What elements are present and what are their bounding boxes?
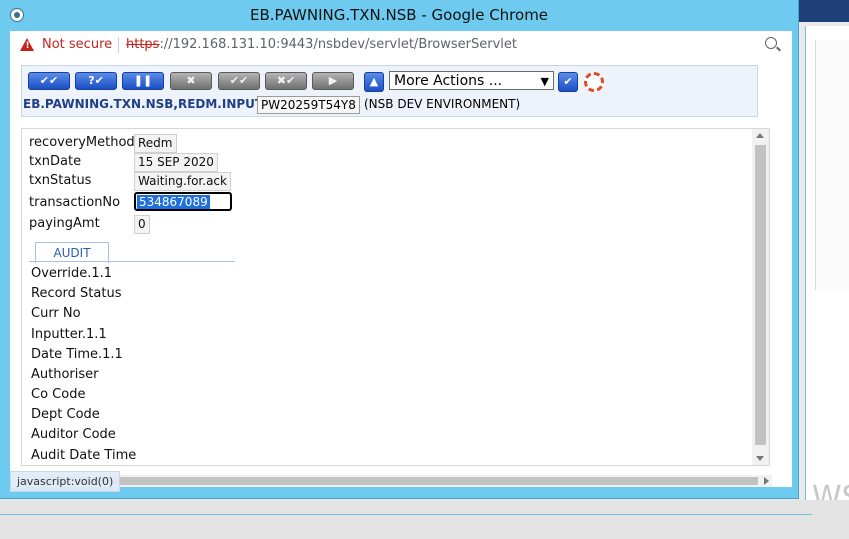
audit-item-authoriser: Authoriser xyxy=(31,367,99,382)
validate-button[interactable]: ?✔ xyxy=(75,72,117,90)
environment-label: (NSB DEV ENVIRONMENT) xyxy=(364,97,521,111)
audit-item-date-time: Date Time.1.1 xyxy=(31,347,123,362)
transaction-no-input[interactable]: 534867089 xyxy=(134,192,232,211)
transaction-no-label: transactionNo xyxy=(29,195,121,210)
status-link-bubble: javascript:void(0) xyxy=(10,471,121,492)
url-scheme: https xyxy=(126,37,160,52)
audit-item-dept-code: Dept Code xyxy=(31,407,100,422)
chevron-down-icon: ▼ xyxy=(540,75,549,88)
audit-item-inputter: Inputter.1.1 xyxy=(31,327,107,342)
chrome-popup-window: EB.PAWNING.TXN.NSB - Google Chrome ! Not… xyxy=(0,0,798,498)
background-window-bottom xyxy=(0,500,849,539)
audit-item-override: Override.1.1 xyxy=(31,266,113,281)
help-lifebuoy-icon[interactable] xyxy=(584,72,604,92)
commit-button[interactable]: ✔✔ xyxy=(28,72,70,90)
address-separator xyxy=(118,37,119,53)
delete-button[interactable]: ✖ xyxy=(170,72,212,90)
audit-item-curr-no: Curr No xyxy=(31,306,81,321)
hold-button[interactable]: ❚❚ xyxy=(122,72,164,90)
audit-item-co-code: Co Code xyxy=(31,387,86,402)
scroll-down-icon[interactable] xyxy=(756,456,764,461)
address-bar[interactable]: ! Not secure https://192.168.131.10:9443… xyxy=(10,31,792,60)
horizontal-scroll-thumb[interactable] xyxy=(34,477,758,485)
recovery-method-value: Redm xyxy=(134,134,177,153)
audit-item-auditor-code: Auditor Code xyxy=(31,427,116,442)
txn-date-label: txnDate xyxy=(29,154,82,169)
paying-amt-label: payingAmt xyxy=(29,216,100,231)
security-label[interactable]: Not secure xyxy=(42,37,112,52)
scroll-up-icon[interactable] xyxy=(756,133,764,138)
scroll-right-icon[interactable] xyxy=(764,477,769,485)
txn-status-value: Waiting.for.ack xyxy=(134,172,231,191)
action-toolbar: ✔✔ ?✔ ❚❚ ✖ ✔✔ ✖✔ ▶ ▲ More Actions ... ▼ … xyxy=(21,65,758,117)
more-actions-label: More Actions ... xyxy=(394,73,503,89)
tab-audit[interactable]: AUDIT xyxy=(35,242,109,263)
horizontal-scrollbar[interactable] xyxy=(20,475,772,487)
upload-icon[interactable]: ▲ xyxy=(364,72,384,92)
form-panel: recoveryMethod Redm txnDate 15 SEP 2020 … xyxy=(21,128,770,466)
transaction-id: PW20259T54Y8 xyxy=(257,96,360,114)
transaction-no-value[interactable]: 534867089 xyxy=(137,195,210,209)
authorise-button[interactable]: ✔✔ xyxy=(218,72,260,90)
txn-date-value: 15 SEP 2020 xyxy=(134,153,218,172)
vertical-scrollbar[interactable] xyxy=(752,129,769,465)
page-content: ✔✔ ?✔ ❚❚ ✖ ✔✔ ✖✔ ▶ ▲ More Actions ... ▼ … xyxy=(10,59,792,492)
url-text[interactable]: https://192.168.131.10:9443/nsbdev/servl… xyxy=(126,37,517,52)
paying-amt-value: 0 xyxy=(134,215,150,234)
vertical-scroll-thumb[interactable] xyxy=(755,145,766,445)
url-rest: ://192.168.131.10:9443/nsbdev/servlet/Br… xyxy=(159,37,517,52)
title-bar[interactable]: EB.PAWNING.TXN.NSB - Google Chrome xyxy=(0,0,798,30)
txn-status-label: txnStatus xyxy=(29,173,92,188)
go-button[interactable]: ✔ xyxy=(558,72,578,92)
background-window-panel xyxy=(815,40,849,290)
window-title: EB.PAWNING.TXN.NSB - Google Chrome xyxy=(249,6,549,24)
audit-item-audit-date-time: Audit Date Time xyxy=(31,448,137,463)
zoom-icon[interactable] xyxy=(765,37,777,49)
background-window-border xyxy=(0,514,812,515)
recovery-method-label: recoveryMethod xyxy=(29,135,135,150)
warning-icon[interactable]: ! xyxy=(20,38,34,51)
tab-divider xyxy=(29,261,235,262)
more-actions-select[interactable]: More Actions ... ▼ xyxy=(389,71,554,90)
transaction-title: EB.PAWNING.TXN.NSB,REDM.INPUT xyxy=(23,97,264,111)
audit-item-record-status: Record Status xyxy=(31,286,122,301)
next-button[interactable]: ▶ xyxy=(312,72,354,90)
reverse-button[interactable]: ✖✔ xyxy=(265,72,307,90)
